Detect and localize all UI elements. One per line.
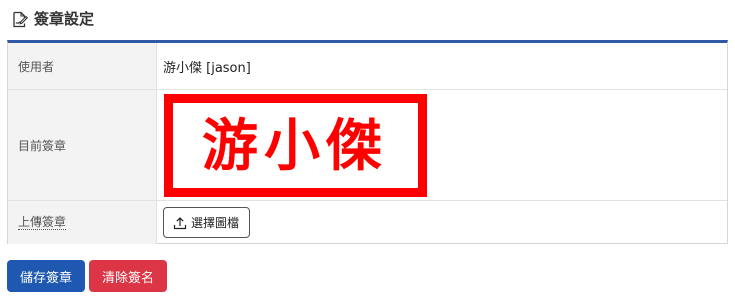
user-value: 游小傑 [jason] <box>163 60 251 76</box>
action-buttons: 儲存簽章 清除簽名 <box>7 260 167 292</box>
user-row: 使用者 游小傑 [jason] <box>8 43 727 90</box>
upload-cell: 選擇圖檔 <box>157 201 727 244</box>
page-header: 簽章設定 <box>10 9 94 29</box>
signature-settings-page: 簽章設定 使用者 游小傑 [jason] 目前簽章 游小傑 上傳簽章 選擇圖檔 … <box>0 0 735 299</box>
user-label: 使用者 <box>8 43 157 89</box>
choose-image-label: 選擇圖檔 <box>191 216 240 230</box>
page-title: 簽章設定 <box>34 10 95 28</box>
signature-stamp-image: 游小傑 <box>164 94 427 197</box>
signature-stamp-text: 游小傑 <box>202 114 388 179</box>
save-signature-button[interactable]: 儲存簽章 <box>7 260 85 292</box>
upload-label: 上傳簽章 <box>18 215 67 230</box>
current-signature-cell: 游小傑 <box>157 90 727 200</box>
choose-image-button[interactable]: 選擇圖檔 <box>163 207 251 238</box>
signature-form-table: 使用者 游小傑 [jason] 目前簽章 游小傑 上傳簽章 選擇圖檔 <box>7 40 728 244</box>
clear-signature-button[interactable]: 清除簽名 <box>89 260 167 292</box>
upload-row: 上傳簽章 選擇圖檔 <box>8 201 727 244</box>
upload-icon <box>173 216 187 230</box>
current-signature-row: 目前簽章 游小傑 <box>8 90 727 201</box>
stamp-lettering: 游小傑 <box>202 114 388 179</box>
signature-edit-icon <box>10 10 28 28</box>
current-signature-label: 目前簽章 <box>8 90 157 200</box>
upload-label-cell: 上傳簽章 <box>8 201 157 244</box>
